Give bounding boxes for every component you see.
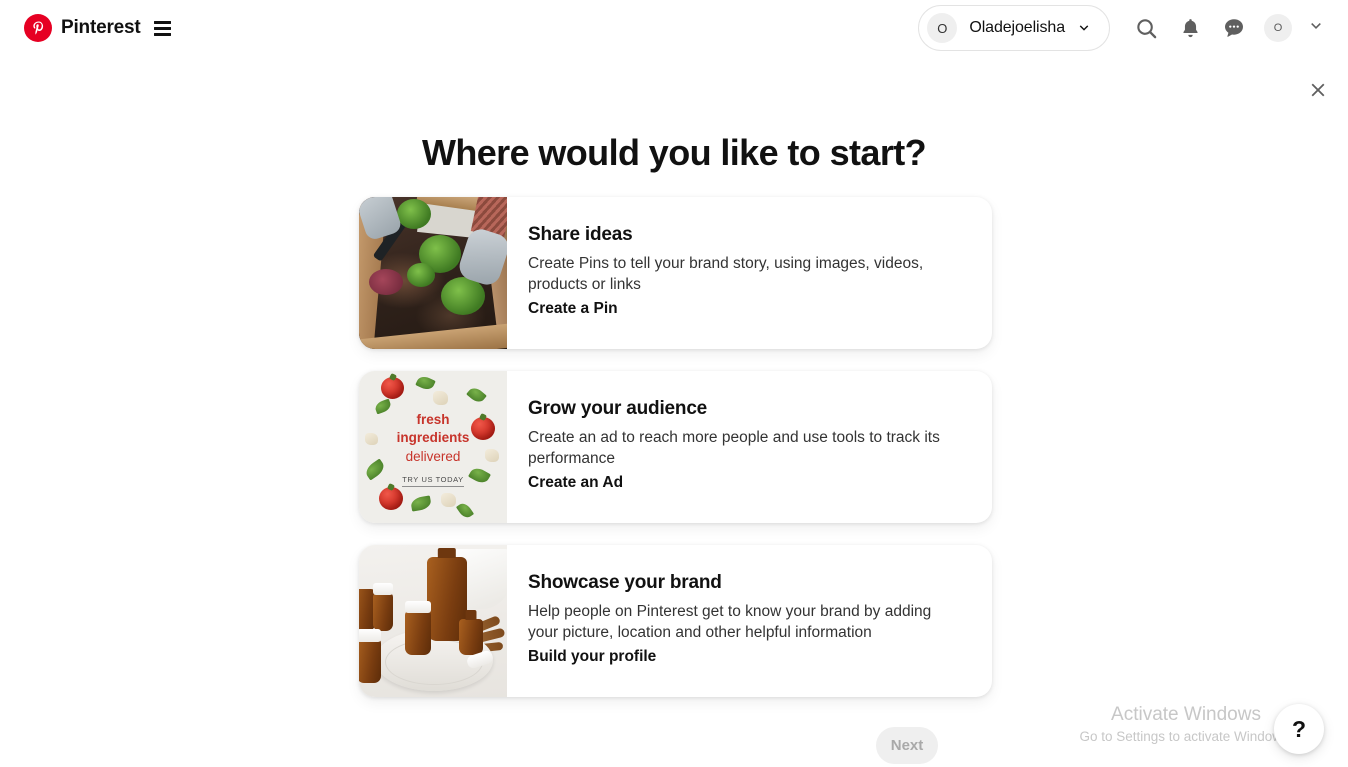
notifications-button[interactable]: [1168, 6, 1212, 50]
brand-home-link[interactable]: Pinterest: [24, 14, 171, 42]
account-dropdown-button[interactable]: [1300, 8, 1332, 48]
option-card-showcase-your-brand[interactable]: Showcase your brand Help people on Pinte…: [359, 545, 992, 697]
search-icon-button[interactable]: [1124, 6, 1168, 50]
brand-name-label: Pinterest: [61, 17, 141, 38]
close-button[interactable]: [1300, 74, 1336, 110]
account-switcher-button[interactable]: O Oladejoelisha: [918, 5, 1110, 51]
option-card-grow-your-audience[interactable]: fresh ingredients delivered TRY US TODAY…: [359, 371, 992, 523]
close-icon: [1307, 79, 1329, 106]
search-icon: [1135, 17, 1158, 40]
chevron-down-icon: [1077, 21, 1091, 35]
card-thumbnail: [359, 197, 507, 349]
messages-button[interactable]: [1212, 6, 1256, 50]
ad-line-3: delivered: [405, 449, 461, 464]
ad-creative-text: fresh ingredients delivered TRY US TODAY: [359, 411, 507, 487]
page-title: Where would you like to start?: [421, 132, 927, 174]
profile-menu-button[interactable]: O: [1256, 6, 1300, 50]
card-description: Create an ad to reach more people and us…: [528, 429, 940, 467]
next-button[interactable]: Next: [876, 727, 938, 764]
ad-line-2: ingredients: [396, 430, 470, 445]
card-body: Grow your audience Create an ad to reach…: [507, 371, 992, 523]
avatar: O: [1264, 14, 1292, 42]
bell-icon: [1179, 17, 1202, 40]
ad-line-1: fresh: [416, 412, 450, 427]
chevron-down-icon: [1308, 18, 1324, 39]
card-title: Showcase your brand: [528, 572, 722, 593]
avatar: O: [927, 13, 958, 43]
card-cta-link[interactable]: Create an Ad: [528, 474, 968, 492]
card-description: Create Pins to tell your brand story, us…: [528, 255, 924, 293]
card-title: Grow your audience: [528, 398, 708, 419]
card-thumbnail: fresh ingredients delivered TRY US TODAY: [359, 371, 507, 523]
pinterest-logo-icon: [24, 14, 52, 42]
card-thumbnail: [359, 545, 507, 697]
start-options-list: Share ideas Create Pins to tell your bra…: [359, 197, 992, 719]
top-header: Pinterest O Oladejoelisha O: [0, 0, 1348, 56]
pinterest-onboarding-page: Pinterest O Oladejoelisha O Where would …: [0, 0, 1348, 767]
card-cta-link[interactable]: Build your profile: [528, 648, 968, 666]
question-mark-icon: ?: [1291, 715, 1307, 742]
option-card-share-ideas[interactable]: Share ideas Create Pins to tell your bra…: [359, 197, 992, 349]
card-title: Share ideas: [528, 224, 633, 245]
ad-cta-label: TRY US TODAY: [402, 475, 464, 487]
card-description: Help people on Pinterest get to know you…: [528, 603, 932, 641]
hamburger-menu-icon[interactable]: [153, 20, 171, 36]
help-button[interactable]: ?: [1274, 704, 1324, 754]
account-name-label: Oladejoelisha: [969, 19, 1065, 36]
card-body: Showcase your brand Help people on Pinte…: [507, 545, 992, 697]
chat-bubble-icon: [1222, 16, 1246, 40]
card-cta-link[interactable]: Create a Pin: [528, 300, 968, 318]
header-actions: O Oladejoelisha O: [918, 5, 1348, 51]
card-body: Share ideas Create Pins to tell your bra…: [507, 197, 992, 349]
